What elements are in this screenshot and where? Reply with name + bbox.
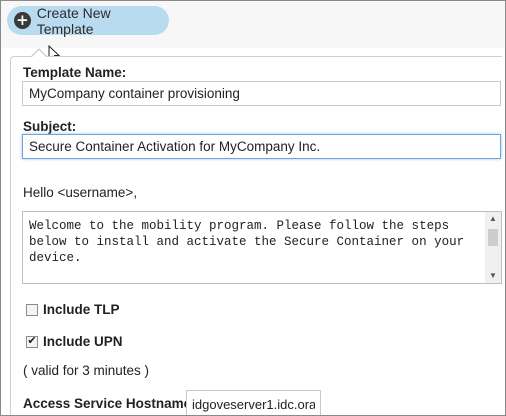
greeting-text: Hello <username>, bbox=[23, 185, 138, 200]
create-new-template-button[interactable]: + Create New Template bbox=[7, 4, 169, 37]
include-upn-label: Include UPN bbox=[43, 334, 123, 349]
template-name-label: Template Name: bbox=[23, 65, 127, 80]
scroll-thumb[interactable] bbox=[488, 229, 498, 246]
subject-input[interactable] bbox=[22, 134, 501, 159]
textarea-scrollbar[interactable]: ▲ ▼ bbox=[485, 212, 501, 283]
include-tlp-checkbox[interactable] bbox=[26, 303, 38, 316]
validity-note: ( valid for 3 minutes ) bbox=[23, 363, 150, 378]
message-body-text: Welcome to the mobility program. Please … bbox=[29, 219, 465, 265]
template-name-input[interactable] bbox=[22, 81, 501, 106]
include-tlp-option[interactable]: Include TLP bbox=[26, 302, 120, 317]
scroll-down-arrow-icon[interactable]: ▼ bbox=[485, 269, 501, 283]
scroll-up-arrow-icon[interactable]: ▲ bbox=[485, 212, 501, 226]
message-body-textarea[interactable]: Welcome to the mobility program. Please … bbox=[22, 211, 502, 284]
include-tlp-label: Include TLP bbox=[43, 302, 120, 317]
include-upn-option[interactable]: ✔ Include UPN bbox=[26, 334, 123, 349]
include-upn-checkbox[interactable]: ✔ bbox=[26, 335, 38, 348]
window-frame: + Create New Template Template Name: Sub… bbox=[0, 0, 506, 416]
subject-label: Subject: bbox=[23, 119, 77, 134]
access-service-hostname-label: Access Service Hostname bbox=[23, 396, 192, 411]
access-service-hostname-input[interactable] bbox=[186, 390, 321, 415]
create-new-template-label: Create New Template bbox=[36, 4, 111, 37]
plus-circle-icon: + bbox=[14, 12, 31, 29]
